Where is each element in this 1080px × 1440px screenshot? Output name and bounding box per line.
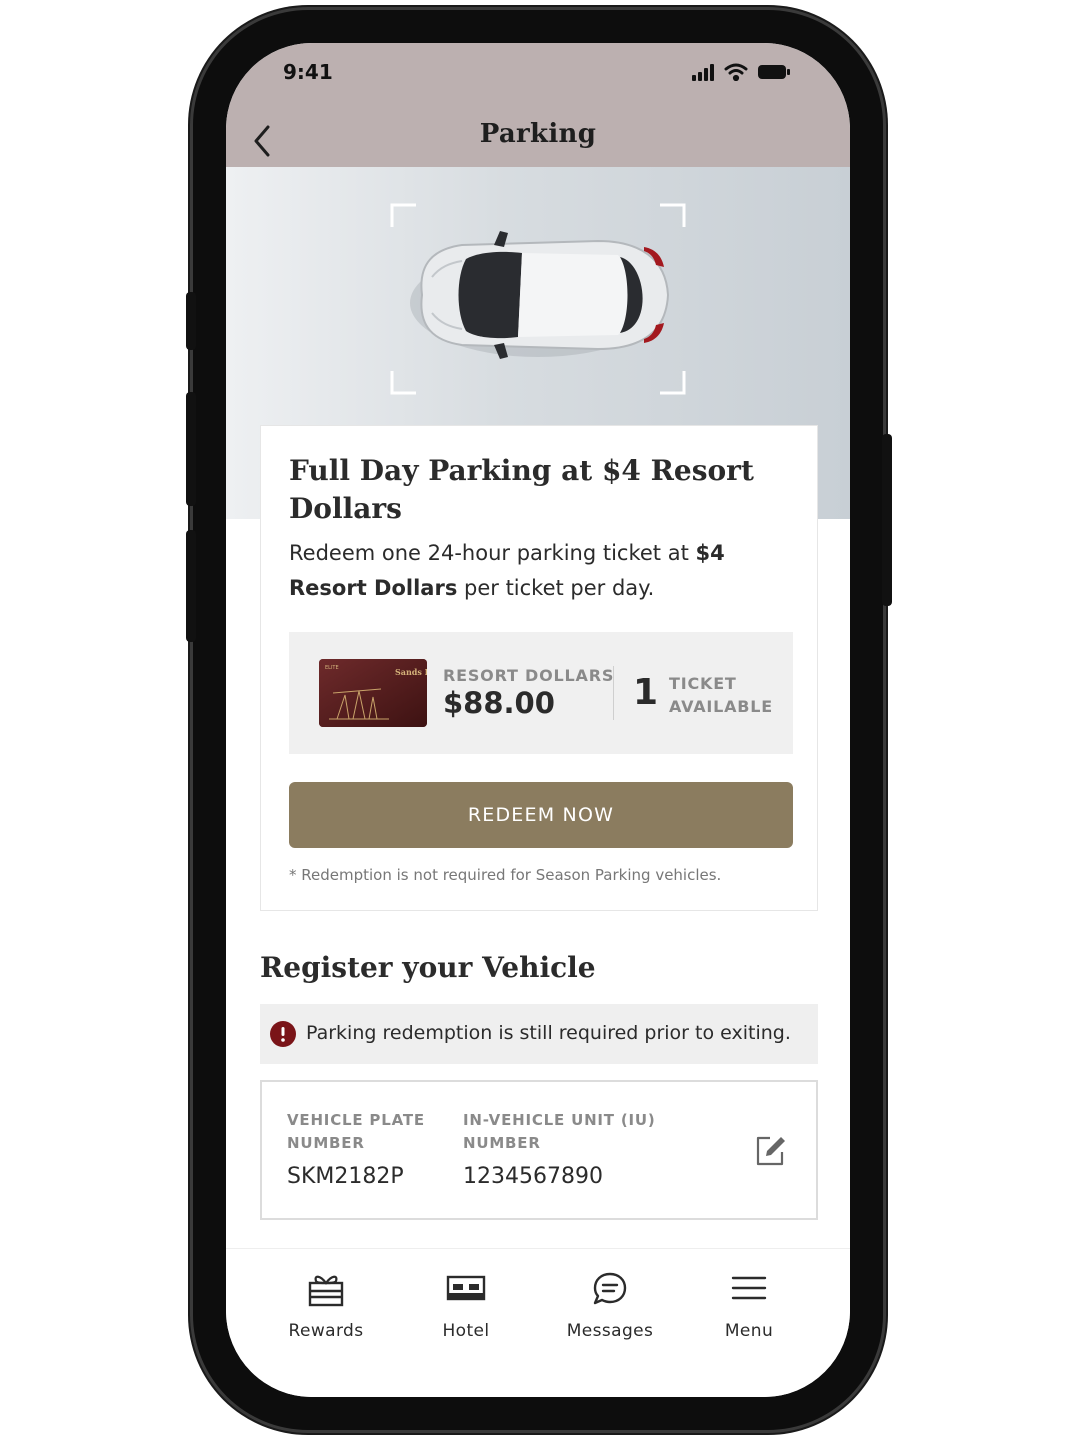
app-header: 9:41 Parking [226,43,850,167]
nav-hotel-label: Hotel [442,1321,490,1341]
season-parking-note: * Redemption is not required for Season … [289,866,722,884]
volume-down-button [186,530,196,642]
plate-number-value: SKM2182P [287,1164,404,1189]
nav-menu[interactable]: Menu [679,1263,819,1353]
card-brand: Sands LIFESTYLE [395,667,427,677]
membership-card-image: ELITE Sands LIFESTYLE [319,659,427,727]
offer-desc-bold2: Resort Dollars [289,576,458,600]
divider [613,666,614,720]
nav-messages[interactable]: Messages [540,1263,680,1353]
app-screen: 9:41 Parking Full Day Parking at $4 Reso… [226,43,850,1397]
gift-icon [308,1275,344,1307]
parking-offer-card: Full Day Parking at $4 Resort Dollars Re… [260,425,818,911]
nav-menu-label: Menu [724,1321,774,1341]
offer-desc-part1: Redeem one 24-hour parking ticket at [289,541,696,565]
edit-icon [756,1136,785,1166]
status-icons [692,63,790,81]
ticket-count: 1 [633,672,659,713]
offer-description: Redeem one 24-hour parking ticket at $4 R… [289,536,789,606]
vehicle-details-card: VEHICLE PLATE NUMBER SKM2182P IN-VEHICLE… [260,1080,818,1220]
battery-icon [758,65,790,79]
iu-number-value: 1234567890 [463,1164,603,1189]
offer-title: Full Day Parking at $4 Resort Dollars [289,454,754,525]
nav-hotel[interactable]: Hotel [396,1263,536,1353]
nav-rewards-label: Rewards [288,1321,364,1341]
balance-label: RESORT DOLLARS [443,666,615,685]
menu-icon [731,1276,767,1300]
power-button [882,434,892,606]
status-time: 9:41 [283,60,333,84]
bottom-navigation: Rewards Hotel Messages Menu [226,1248,850,1397]
nav-rewards[interactable]: Rewards [256,1263,396,1353]
silent-switch [186,292,196,350]
register-vehicle-title: Register your Vehicle [260,951,596,984]
offer-desc-bold1: $4 [695,541,725,565]
redeem-now-button[interactable]: REDEEM NOW [289,782,793,848]
nav-messages-label: Messages [566,1321,654,1341]
balance-value: $88.00 [443,686,555,720]
alert-text: Parking redemption is still required pri… [306,1022,791,1044]
chat-icon [593,1272,627,1305]
offer-desc-part2: per ticket per day. [457,576,655,600]
edit-vehicle-button[interactable] [752,1132,788,1168]
card-tier: ELITE [325,665,339,671]
signal-icon [692,64,714,81]
balance-box: ELITE Sands LIFESTYLE RESORT DOLLARS $88… [289,632,793,754]
volume-up-button [186,392,196,506]
wifi-icon [724,63,748,81]
ticket-label: TICKET AVAILABLE [669,674,774,716]
alert-banner: Parking redemption is still required pri… [260,1004,818,1064]
iu-number-label: IN-VEHICLE UNIT (IU) NUMBER [463,1111,656,1152]
alert-icon [270,1021,296,1047]
bed-icon [446,1275,486,1301]
plate-number-label: VEHICLE PLATE NUMBER [287,1111,425,1152]
page-title: Parking [479,119,597,149]
